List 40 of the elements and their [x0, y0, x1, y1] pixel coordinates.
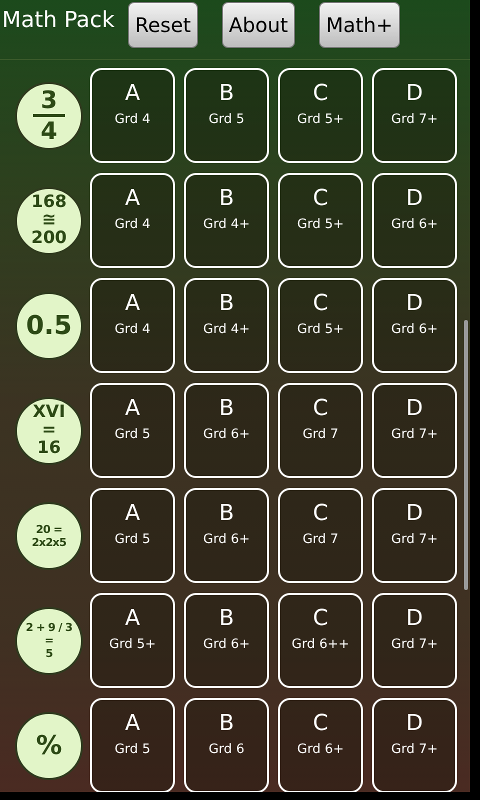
level-tile[interactable]: D Grd 6+	[372, 278, 457, 373]
level-tile[interactable]: A Grd 4	[90, 68, 175, 163]
level-tile[interactable]: B Grd 6+	[184, 593, 269, 688]
number-badge: %	[15, 712, 83, 780]
equation-badge: XVI = 16	[15, 396, 83, 464]
header-button[interactable]: Math+	[319, 2, 400, 48]
level-tile[interactable]: B Grd 4+	[184, 173, 269, 268]
level-tile[interactable]: A Grd 5+	[90, 593, 175, 688]
level-tile[interactable]: D Grd 7+	[372, 383, 457, 478]
level-tile[interactable]: B Grd 4+	[184, 278, 269, 373]
level-tile[interactable]: B Grd 6	[184, 698, 269, 792]
level-tile[interactable]: D Grd 7+	[372, 698, 457, 792]
level-tile[interactable]: C Grd 5+	[278, 278, 363, 373]
header-button[interactable]: About	[222, 2, 296, 48]
level-tile[interactable]: B Grd 6+	[184, 383, 269, 478]
level-tile[interactable]: A Grd 4	[90, 173, 175, 268]
level-tile[interactable]: C Grd 7	[278, 383, 363, 478]
level-tile[interactable]: C Grd 5+	[278, 68, 363, 163]
level-tile[interactable]: C Grd 5+	[278, 173, 363, 268]
fraction-badge: 3 4	[15, 82, 83, 150]
equation-badge: 20 = 2x2x5	[15, 502, 83, 570]
equation-badge: 2 + 9 / 3 = 5	[15, 606, 83, 674]
equation-badge: 168 ≅ 200	[15, 186, 83, 254]
level-tile[interactable]: C Grd 6+	[278, 698, 363, 792]
app-title: Math Pack	[1, 7, 116, 35]
level-tile[interactable]: D Grd 7+	[372, 488, 457, 583]
header-button[interactable]: Reset	[128, 2, 198, 48]
level-tile[interactable]: B Grd 5	[184, 68, 269, 163]
level-tile[interactable]: C Grd 6++	[278, 593, 363, 688]
level-tile[interactable]: B Grd 6+	[184, 488, 269, 583]
level-tile[interactable]: D Grd 7+	[372, 68, 457, 163]
level-tile[interactable]: C Grd 7	[278, 488, 363, 583]
level-tile[interactable]: A Grd 5	[90, 698, 175, 792]
level-tile[interactable]: D Grd 7+	[372, 593, 457, 688]
level-tile[interactable]: A Grd 5	[90, 488, 175, 583]
level-tile[interactable]: A Grd 4	[90, 278, 175, 373]
scrollbar[interactable]	[464, 320, 468, 590]
number-badge: 0.5	[15, 292, 83, 360]
level-tile[interactable]: D Grd 6+	[372, 173, 457, 268]
level-tile[interactable]: A Grd 5	[90, 383, 175, 478]
